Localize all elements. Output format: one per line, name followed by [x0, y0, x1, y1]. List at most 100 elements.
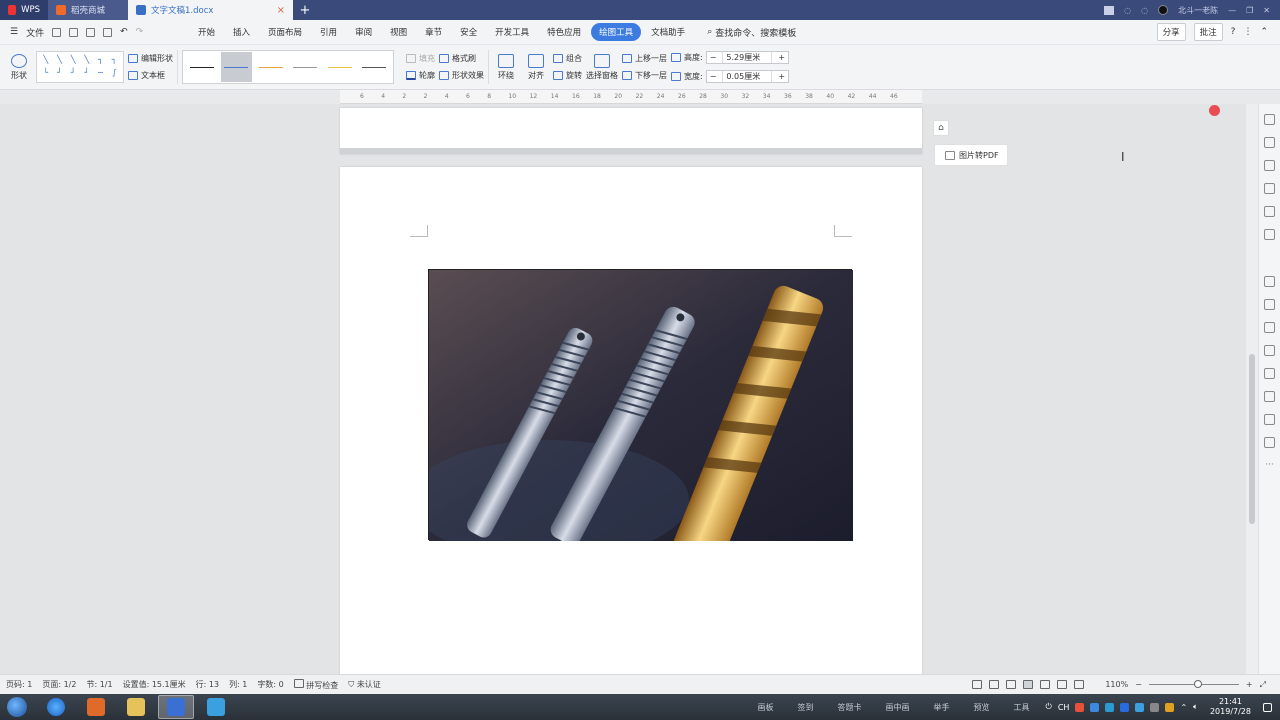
spell-check[interactable]: 拼写检查 [293, 678, 338, 691]
horizontal-ruler[interactable]: 6 4 2 2 4 6 8 10 12 14 16 18 20 22 24 26 28 30 32 34 36 38 40 4… [340, 90, 922, 104]
redo-icon[interactable]: ↷ [136, 27, 144, 37]
shield-tray-icon[interactable] [1120, 702, 1130, 712]
menu-item[interactable]: 安全 [452, 23, 485, 41]
select-icon[interactable] [1264, 137, 1275, 148]
auth-status[interactable]: ⛉ 未认证 [348, 679, 381, 690]
word-count[interactable]: 字数: 0 [257, 679, 283, 690]
taskbar-browser[interactable] [38, 695, 74, 719]
help-icon[interactable]: ? [1231, 27, 1236, 37]
file-menu[interactable]: 文件 [26, 26, 44, 39]
menu-item[interactable]: 引用 [312, 23, 345, 41]
height-increase[interactable]: + [775, 53, 788, 62]
zoom-in-button[interactable]: + [1246, 680, 1253, 689]
bring-forward-button[interactable]: 上移一层 [622, 53, 667, 64]
width-increase[interactable]: + [775, 72, 788, 81]
wrap-button[interactable]: 环绕 [493, 53, 519, 81]
zoom-slider-knob[interactable] [1193, 680, 1202, 688]
table-icon[interactable] [1264, 414, 1275, 425]
line-style-option[interactable] [290, 52, 322, 82]
line-style-option[interactable] [359, 52, 391, 82]
notification-chevron-icon[interactable]: ⌃ [1180, 703, 1187, 712]
close-tab-icon[interactable]: × [277, 5, 285, 16]
storage-icon[interactable] [1264, 276, 1275, 287]
fill-button[interactable]: 填充 [406, 53, 435, 64]
close-window-icon[interactable]: ✕ [1263, 6, 1270, 15]
shape-effect-button[interactable]: 形状效果 [439, 70, 484, 81]
height-decrease[interactable]: − [707, 53, 720, 62]
zoom-slider[interactable] [1148, 680, 1239, 688]
shape-style-icon[interactable] [1264, 183, 1275, 194]
position-value[interactable]: 设置值: 15.1厘米 [123, 679, 186, 690]
menu-item[interactable]: 章节 [417, 23, 450, 41]
panel-toggle-icon[interactable]: ⌂ [933, 120, 949, 136]
action-center-icon[interactable] [1263, 702, 1272, 712]
rotate-button[interactable]: 旋转 [553, 70, 582, 81]
new-tab-button[interactable]: + [293, 0, 317, 20]
selection-pane-button[interactable]: 选择窗格 [586, 53, 618, 81]
image-icon[interactable] [1264, 299, 1275, 310]
input-language[interactable]: CH [1058, 703, 1070, 712]
teaching-tool-button[interactable]: 画板 [758, 702, 774, 713]
power-icon[interactable]: ⏻ [1046, 702, 1052, 712]
menu-item[interactable]: 开始 [190, 23, 223, 41]
page-2[interactable] [340, 167, 922, 674]
page-number[interactable]: 页码: 1 [6, 679, 32, 690]
outline-view-icon[interactable] [1040, 680, 1051, 689]
vertical-scrollbar[interactable] [1246, 104, 1258, 674]
edit-icon[interactable] [1264, 114, 1275, 125]
zoom-out-button[interactable]: − [1135, 680, 1142, 689]
menu-item[interactable]: 特色应用 [539, 23, 589, 41]
image-to-pdf-button[interactable]: 图片转PDF [934, 144, 1008, 166]
menu-item[interactable]: 页面布局 [260, 23, 310, 41]
tab-wps[interactable]: WPS [0, 0, 48, 20]
ink-icon[interactable] [1264, 391, 1275, 402]
taskbar-explorer[interactable] [118, 695, 154, 719]
teaching-tool-button[interactable]: 签到 [798, 702, 814, 713]
outline-button[interactable]: 轮廓 [406, 70, 435, 81]
page-count[interactable]: 页面: 1/2 [42, 679, 76, 690]
width-input[interactable]: 0.05厘米 [722, 71, 773, 82]
menu-item[interactable]: 开发工具 [487, 23, 537, 41]
menu-item[interactable]: 插入 [225, 23, 258, 41]
start-button[interactable] [0, 694, 34, 720]
menu-item[interactable]: 文档助手 [643, 23, 693, 41]
properties-icon[interactable] [1264, 160, 1275, 171]
format-brush-button[interactable]: 格式刷 [439, 53, 484, 64]
volume-icon[interactable]: 🔈︎ [1193, 702, 1198, 712]
shape-gallery[interactable]: ╲ ╲ ╲ ╲ ┐ ┐ └ ┘ ┘ ┘ ∽ ∫ [36, 51, 124, 83]
line-style-option[interactable] [186, 52, 218, 82]
scroll-thumb[interactable] [1249, 354, 1255, 524]
line-style-option[interactable] [220, 52, 252, 82]
window-layout-icon[interactable] [1104, 5, 1115, 15]
sogou-icon[interactable] [1075, 702, 1085, 712]
target-icon[interactable] [1264, 322, 1275, 333]
group-button[interactable]: 组合 [553, 53, 582, 64]
comment-button[interactable]: 批注 [1193, 23, 1223, 41]
taskbar-player[interactable] [198, 695, 234, 719]
fit-icon[interactable]: ⤢ [1260, 680, 1266, 690]
menu-item[interactable]: 视图 [382, 23, 415, 41]
textbox-button[interactable]: 文本框 [128, 70, 173, 81]
print-icon[interactable] [86, 27, 96, 37]
taskbar-wps[interactable] [158, 695, 194, 719]
zoom-level[interactable]: 110% [1105, 680, 1128, 689]
clock[interactable]: 21:41 2019/7/28 [1204, 697, 1257, 717]
tshirt-icon[interactable]: ◌ [1141, 6, 1148, 15]
teaching-tool-button[interactable]: 举手 [934, 702, 950, 713]
fullscreen-icon[interactable] [972, 680, 983, 689]
line-style-gallery[interactable] [182, 50, 394, 84]
align-button[interactable]: 对齐 [523, 53, 549, 81]
page-view-icon[interactable] [1023, 680, 1034, 689]
taskbar-powerpoint[interactable] [78, 695, 114, 719]
hamburger-icon[interactable]: ☰ [10, 27, 18, 37]
command-search[interactable]: ⌕ 查找命令、搜索模板 [707, 26, 796, 39]
menu-item[interactable]: 绘图工具 [591, 23, 642, 41]
line-style-option[interactable] [255, 52, 287, 82]
teaching-tool-button[interactable]: 画中画 [886, 702, 910, 713]
display-icon[interactable] [1150, 702, 1160, 712]
user-name[interactable]: 北斗一老陈 [1178, 5, 1218, 16]
teaching-tool-button[interactable]: 答题卡 [838, 702, 862, 713]
teaching-tool-button[interactable]: 预览 [974, 702, 990, 713]
section[interactable]: 节: 1/1 [86, 679, 112, 690]
copy-icon[interactable] [1264, 206, 1275, 217]
